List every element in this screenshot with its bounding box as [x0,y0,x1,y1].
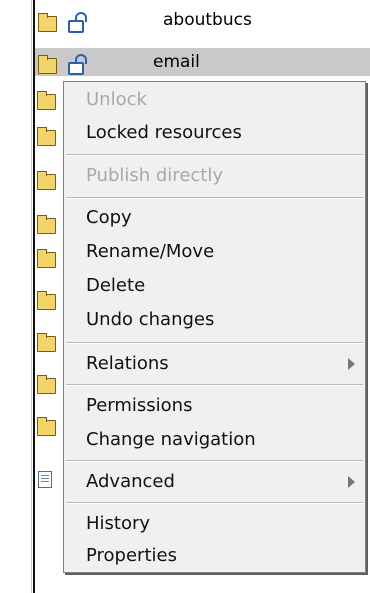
menu-separator [66,502,363,504]
folder-icon[interactable] [37,417,56,436]
menu-item-change-navigation[interactable]: Change navigation [64,424,365,456]
tree-row-label: aboutbucs [163,10,252,30]
submenu-arrow-icon [348,476,355,488]
menu-item-relations[interactable]: Relations [64,348,365,380]
menu-item-unlock[interactable]: Unlock [64,84,365,116]
folder-icon [38,13,57,32]
menu-item-permissions[interactable]: Permissions [64,390,365,422]
menu-separator [66,384,363,386]
menu-item-copy[interactable]: Copy [64,202,365,234]
tree-row-aboutbucs[interactable]: aboutbucs [35,6,370,34]
folder-icon[interactable] [37,333,56,352]
menu-item-undo-changes[interactable]: Undo changes [64,304,365,336]
context-menu: Unlock Locked resources Publish directly… [63,81,366,573]
document-icon[interactable] [38,471,52,488]
unlocked-padlock-icon[interactable] [68,54,87,75]
folder-icon[interactable] [37,375,56,394]
tree-row-email[interactable]: email [35,48,370,76]
menu-separator [66,154,363,156]
menu-item-rename-move[interactable]: Rename/Move [64,236,365,268]
tree-panel-border [0,0,35,593]
unlocked-padlock-icon[interactable] [68,12,87,33]
menu-item-history[interactable]: History [64,508,365,540]
folder-icon [38,55,57,74]
folder-icon[interactable] [37,91,56,110]
tree-row-label: email [153,52,200,72]
menu-separator [66,197,363,199]
menu-separator [66,460,363,462]
folder-icon[interactable] [37,127,56,146]
menu-item-publish-directly[interactable]: Publish directly [64,160,365,192]
folder-icon[interactable] [37,291,56,310]
menu-item-label: Advanced [86,471,175,492]
menu-separator [66,342,363,344]
submenu-arrow-icon [348,358,355,370]
menu-item-properties[interactable]: Properties [64,540,365,572]
menu-item-delete[interactable]: Delete [64,270,365,302]
menu-item-advanced[interactable]: Advanced [64,466,365,498]
folder-icon[interactable] [37,249,56,268]
menu-item-label: Relations [86,353,169,374]
menu-item-locked-resources[interactable]: Locked resources [64,117,365,149]
folder-icon[interactable] [37,215,56,234]
folder-icon[interactable] [37,171,56,190]
